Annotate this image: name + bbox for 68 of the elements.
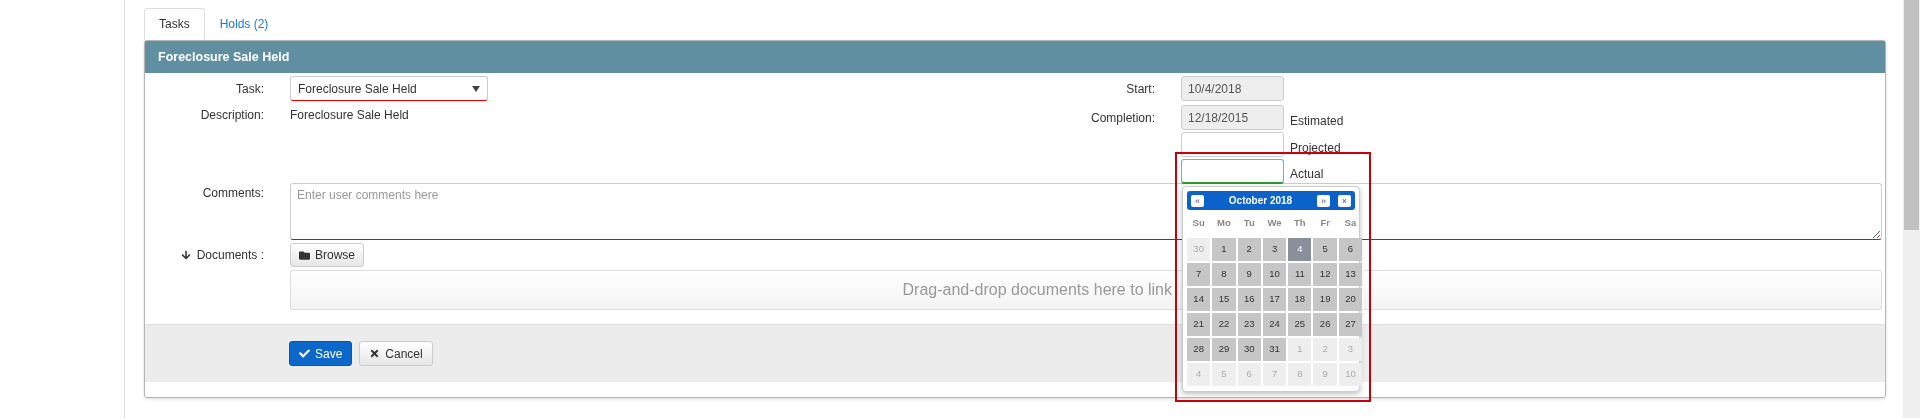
weekday-label: Th: [1293, 216, 1307, 230]
previous-month-button[interactable]: «: [1191, 194, 1204, 207]
drop-zone-text: Drag-and-drop documents here to link: [902, 281, 1172, 299]
calendar-day[interactable]: 30: [1237, 338, 1261, 361]
field-label: Documents :: [196, 248, 264, 262]
calendar-day[interactable]: 25: [1288, 313, 1312, 336]
completion-date-field[interactable]: 12/18/2015: [1181, 105, 1284, 130]
task-select[interactable]: Foreclosure Sale Held: [290, 76, 488, 101]
calendar-day[interactable]: 13: [1338, 263, 1363, 286]
calendar-day[interactable]: 18: [1288, 288, 1312, 311]
close-button[interactable]: ×: [1338, 194, 1351, 207]
calendar-day[interactable]: 27: [1338, 313, 1363, 336]
calendar-day[interactable]: 11: [1288, 263, 1312, 286]
save-button[interactable]: Save: [289, 341, 353, 366]
calendar-day[interactable]: 6: [1338, 238, 1363, 261]
calendar-day[interactable]: 22: [1212, 313, 1236, 336]
caret-icon: [472, 85, 480, 92]
check-icon: [299, 348, 310, 359]
calendar-day[interactable]: 9: [1237, 263, 1261, 286]
calendar-day[interactable]: 5: [1313, 238, 1337, 261]
field-label: Start:: [1125, 81, 1155, 96]
panel-title: Foreclosure Sale Held: [145, 41, 1885, 73]
calendar-day[interactable]: 20: [1338, 288, 1363, 311]
projected-date-field[interactable]: [1181, 132, 1284, 157]
weekday-label: Sa: [1343, 216, 1358, 230]
close-icon: [369, 348, 381, 359]
scrollbar[interactable]: [1903, 0, 1920, 418]
actual-date-field[interactable]: [1181, 159, 1284, 184]
weekday-label: We: [1266, 216, 1283, 230]
calendar-day[interactable]: 31: [1262, 338, 1287, 361]
calendar-day[interactable]: 3: [1262, 238, 1287, 261]
calendar-day[interactable]: 23: [1237, 313, 1261, 336]
date-type-label: Projected: [1290, 141, 1341, 155]
calendar-day[interactable]: 12: [1313, 263, 1337, 286]
weekday-label: Mo: [1216, 216, 1232, 230]
tab[interactable]: Tasks: [144, 8, 205, 40]
start-date-field[interactable]: 10/4/2018: [1181, 76, 1284, 101]
field-label: Comments:: [201, 185, 264, 200]
description-text: Foreclosure Sale Held: [290, 108, 409, 122]
calendar-day[interactable]: 1: [1212, 238, 1236, 261]
calendar-day[interactable]: 10: [1262, 263, 1287, 286]
calendar-day[interactable]: 21: [1187, 313, 1211, 336]
calendar-day[interactable]: 7: [1187, 263, 1211, 286]
calendar-day[interactable]: 16: [1237, 288, 1261, 311]
field-label: Task:: [235, 81, 264, 96]
calendar-day[interactable]: 8: [1212, 263, 1236, 286]
calendar-day[interactable]: 26: [1313, 313, 1337, 336]
calendar-day[interactable]: 28: [1187, 338, 1211, 361]
browse-button[interactable]: Browse: [290, 243, 364, 267]
calendar-day[interactable]: 17: [1262, 288, 1287, 311]
calendar-day[interactable]: 15: [1212, 288, 1236, 311]
next-month-button[interactable]: »: [1317, 194, 1330, 207]
folder-icon: [299, 249, 310, 261]
arrow-down-icon: [180, 250, 191, 260]
weekday-label: Su: [1191, 216, 1206, 230]
calendar-day[interactable]: 29: [1212, 338, 1236, 361]
calendar-day[interactable]: 14: [1187, 288, 1211, 311]
cancel-button[interactable]: Cancel: [359, 341, 433, 366]
field-label: Description:: [199, 108, 264, 122]
calendar-day[interactable]: 2: [1237, 238, 1261, 261]
weekday-label: Tu: [1242, 216, 1256, 230]
date-type-label: Actual: [1290, 167, 1324, 181]
field-label: Completion:: [1089, 109, 1155, 127]
weekday-label: Fr: [1319, 216, 1331, 230]
month-title: October 2018: [1227, 195, 1294, 206]
calendar-day[interactable]: 24: [1262, 313, 1287, 336]
date-type-label: Estimated: [1290, 114, 1344, 128]
calendar-day[interactable]: 19: [1313, 288, 1337, 311]
